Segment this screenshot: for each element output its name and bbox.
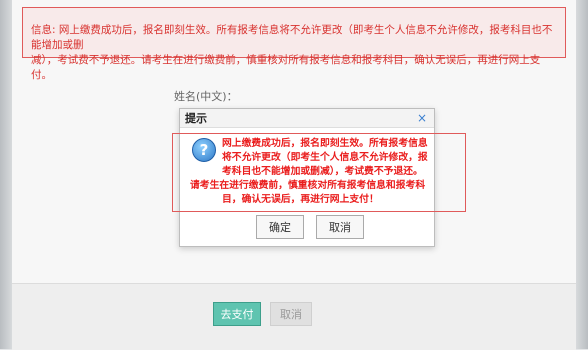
dialog-message-line: 将不允许更改（即考生个人信息不允许修改，报 [222, 152, 428, 163]
dialog-message: 网上缴费成功后，报名即刻生效。所有报考信息 将不允许更改（即考生个人信息不允许修… [190, 137, 435, 207]
dialog-message-line: 考科目也不能增加或删减），考试费不予退还。 [222, 166, 423, 177]
page-cancel-button[interactable]: 取消 [270, 302, 312, 326]
notice-line-2: 减），考试费不予退还。请考生在进行缴费前，慎重核对所有报考信息和报考科目，确认无… [31, 54, 541, 81]
dialog-title: 提示 [180, 109, 434, 128]
ok-button[interactable]: 确定 [256, 215, 304, 239]
name-field-label: 姓名(中文)： [174, 90, 238, 103]
dialog-message-line: 网上缴费成功后，报名即刻生效。所有报考信息 [222, 138, 428, 149]
notice-box: 信息: 网上缴费成功后，报名即刻生效。所有报考信息将不允许更改（即考生个人信息不… [22, 7, 566, 81]
dialog-cancel-button[interactable]: 取消 [316, 215, 364, 239]
right-gutter [576, 0, 588, 349]
close-icon[interactable]: × [417, 111, 427, 125]
left-gutter [0, 0, 12, 349]
footer-bar: 去支付 取消 [12, 283, 576, 350]
notice-text: 信息: 网上缴费成功后，报名即刻生效。所有报考信息将不允许更改（即考生个人信息不… [31, 23, 557, 83]
dialog-message-line: 请考生在进行缴费前，慎重核对所有报考信息和报考科 [190, 180, 426, 191]
page-panel: 信息: 网上缴费成功后，报名即刻生效。所有报考信息将不允许更改（即考生个人信息不… [12, 0, 576, 350]
confirm-dialog: 提示 × ? 网上缴费成功后，报名即刻生效。所有报考信息 将不允许更改（即考生个… [172, 108, 466, 247]
notice-line-1: 信息: 网上缴费成功后，报名即刻生效。所有报考信息将不允许更改（即考生个人信息不… [31, 24, 553, 51]
dialog-message-line: 目，确认无误后，再进行网上支付！ [222, 194, 379, 205]
pay-button[interactable]: 去支付 [213, 302, 261, 326]
